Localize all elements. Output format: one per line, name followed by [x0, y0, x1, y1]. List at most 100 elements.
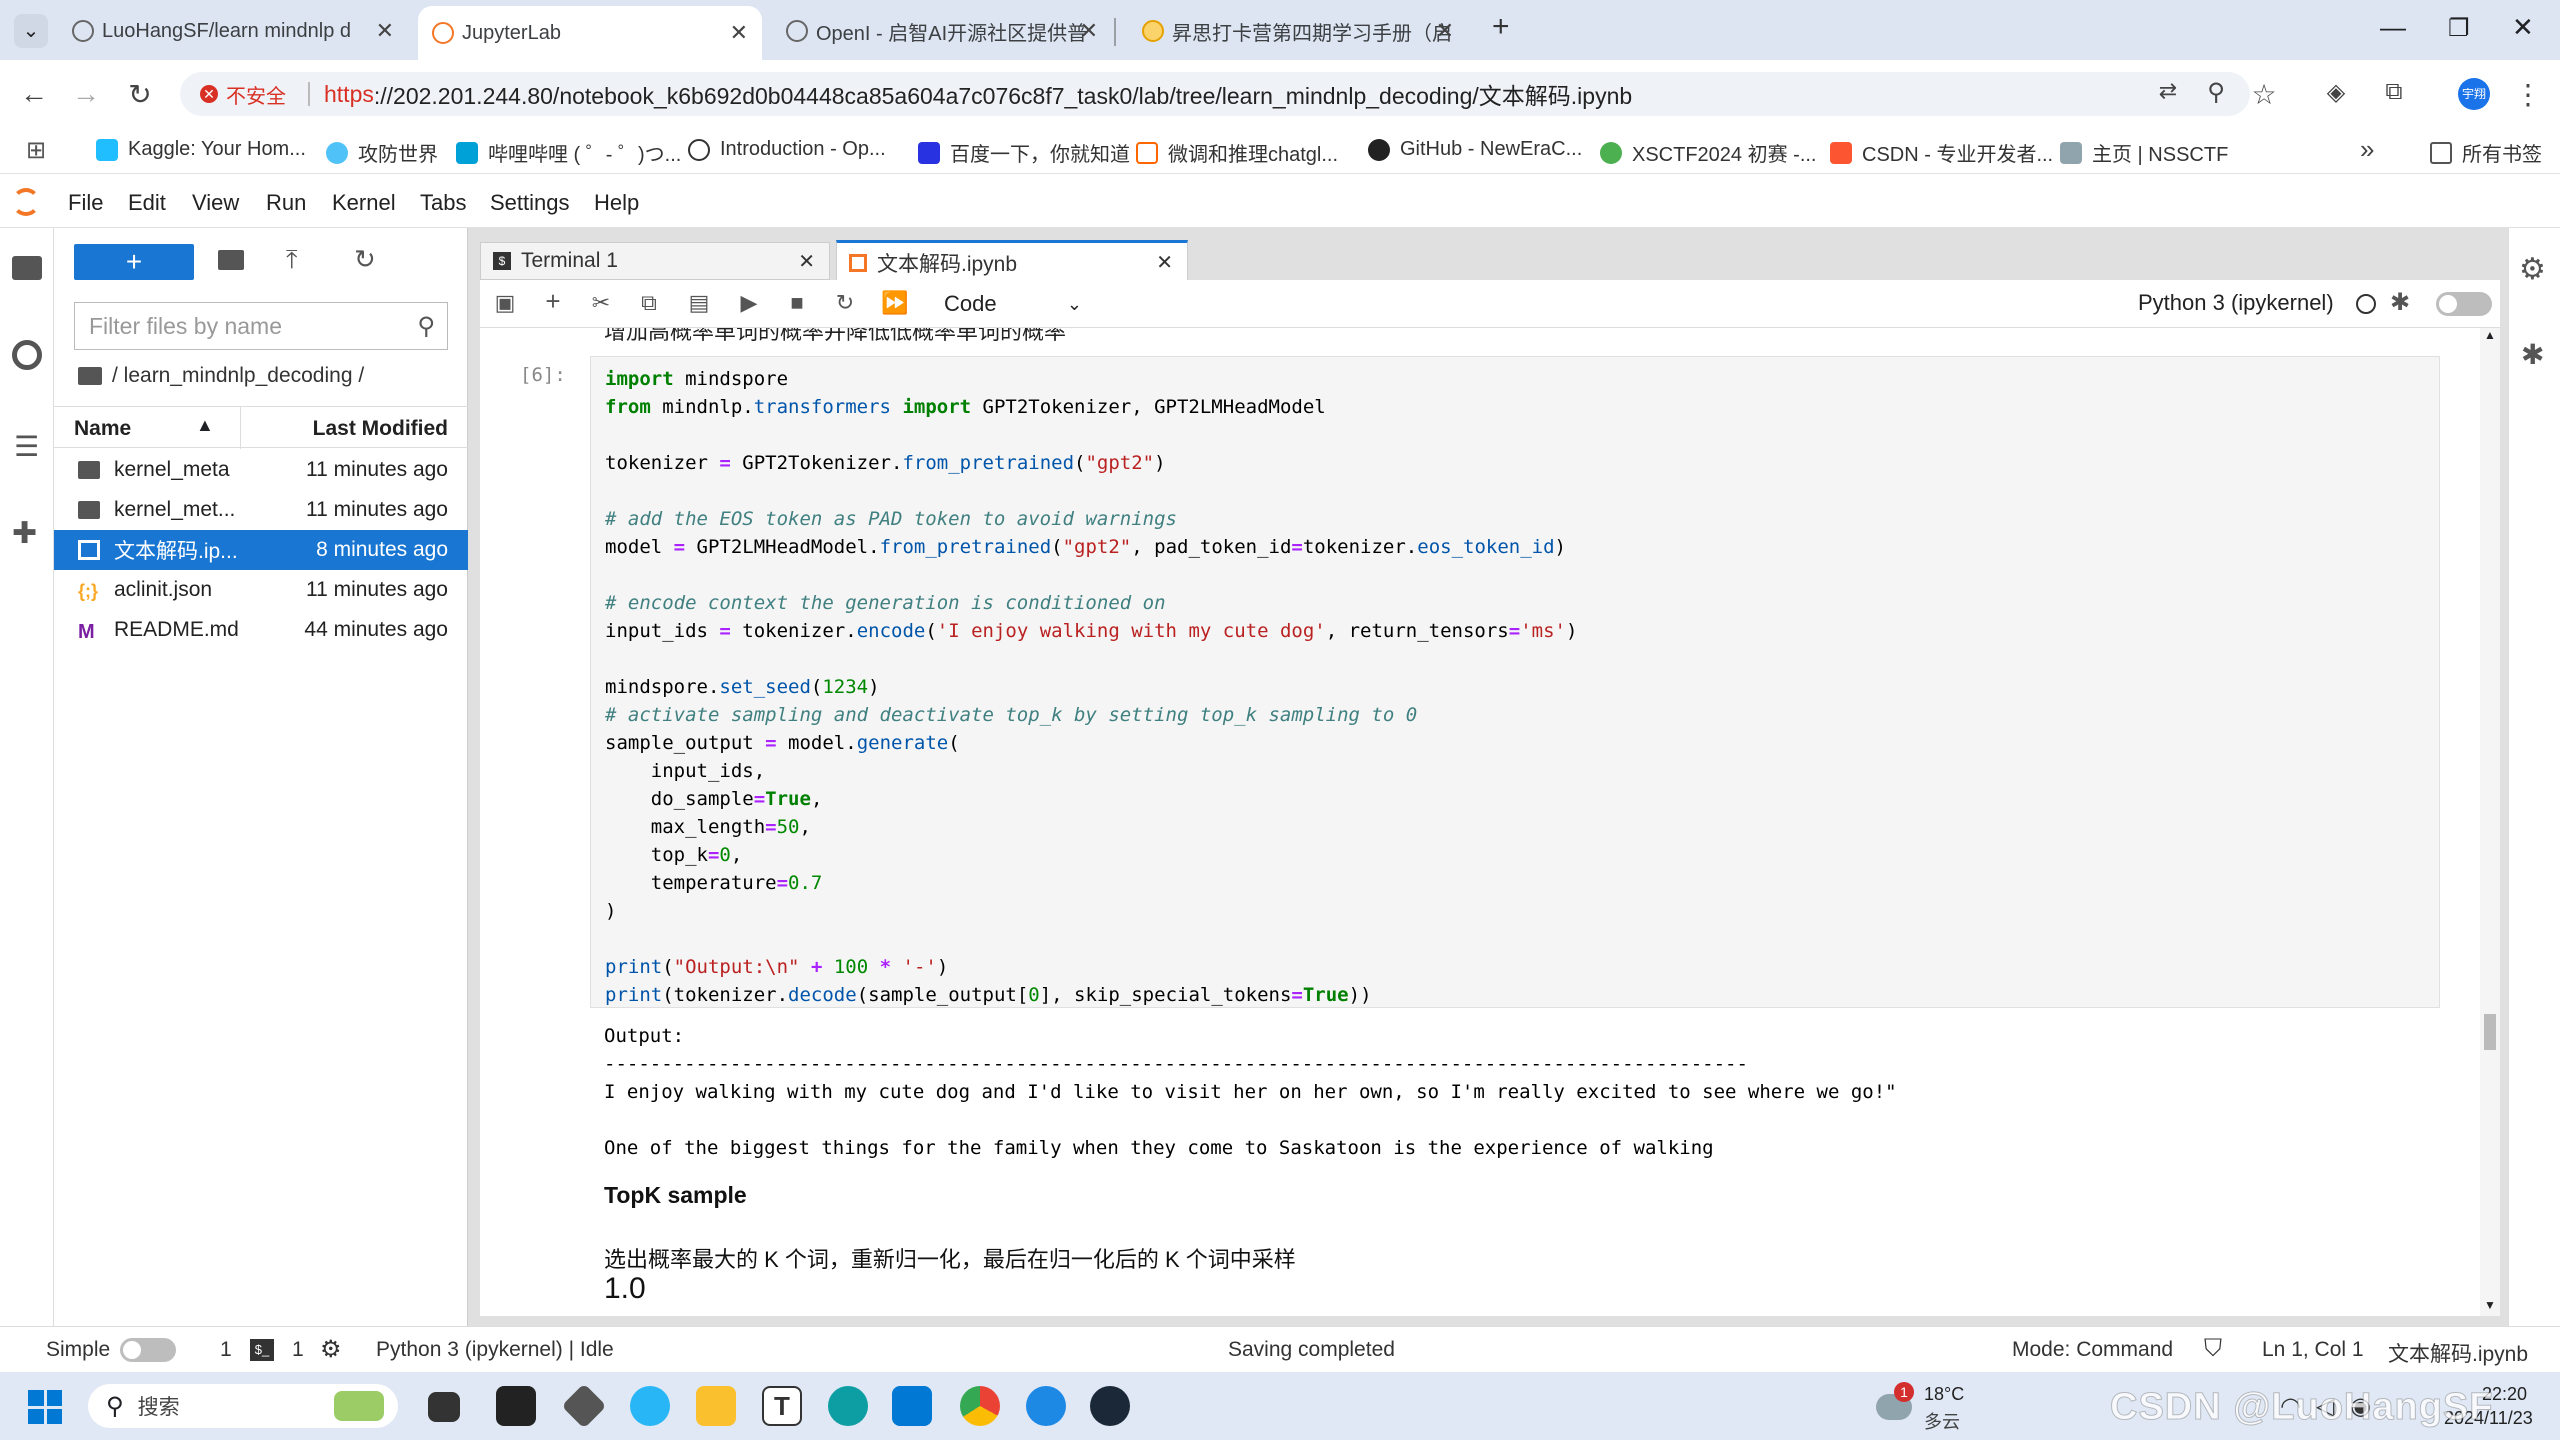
all-bookmarks-button[interactable]: 所有书签	[2430, 138, 2542, 167]
profile-avatar[interactable]: 宇翔	[2458, 78, 2490, 110]
close-tab-icon[interactable]: ✕	[1080, 18, 1098, 44]
insert-cell-icon[interactable]: +	[538, 286, 568, 317]
app-blue-circle-icon[interactable]	[630, 1386, 670, 1426]
bookmark-kaggle[interactable]: Kaggle: Your Hom...	[96, 138, 306, 161]
new-folder-icon[interactable]	[218, 250, 244, 270]
upload-icon[interactable]: ⤒	[286, 244, 298, 276]
github-desktop-icon[interactable]	[496, 1386, 536, 1426]
property-inspector-gears-icon[interactable]: ⚙	[2519, 252, 2546, 287]
scroll-up-arrow-icon[interactable]: ▲	[2484, 328, 2496, 342]
file-row-aclinit[interactable]: {;} aclinit.json 11 minutes ago	[54, 570, 468, 610]
breadcrumb[interactable]: / learn_mindnlp_decoding /	[78, 364, 364, 388]
windows-start-icon[interactable]	[28, 1390, 62, 1424]
menu-run[interactable]: Run	[266, 190, 306, 216]
column-name-header[interactable]: Name	[74, 417, 131, 441]
kernel-name-button[interactable]: Python 3 (ipykernel)	[2138, 290, 2334, 316]
table-of-contents-icon[interactable]: ☰	[14, 430, 39, 463]
save-icon[interactable]: ▣	[490, 290, 520, 316]
close-tab-icon[interactable]: ✕	[730, 20, 748, 46]
browser-tab-github[interactable]: LuoHangSF/learn mindnlp d ✕	[58, 8, 408, 54]
tab-search-button[interactable]: ⌄	[14, 14, 48, 48]
bookmark-gongfang[interactable]: 攻防世界	[326, 138, 438, 167]
cut-icon[interactable]: ✂	[586, 290, 616, 316]
close-tab-icon[interactable]: ✕	[798, 249, 815, 274]
new-launcher-button[interactable]: +	[74, 244, 194, 280]
file-row-kernel-meta-2[interactable]: kernel_met... 11 minutes ago	[54, 490, 468, 530]
security-label[interactable]: 不安全	[226, 80, 286, 109]
file-row-notebook[interactable]: 文本解码.ip... 8 minutes ago	[54, 530, 468, 570]
typora-icon[interactable]: T	[762, 1386, 802, 1426]
apps-grid-icon[interactable]: ⊞	[26, 136, 46, 165]
stop-icon[interactable]: ■	[782, 290, 812, 316]
code-cell-input[interactable]: import mindspore from mindnlp.transforme…	[590, 356, 2440, 1008]
debugger-toggle[interactable]	[2436, 292, 2492, 316]
bookmark-nssctf[interactable]: 主页 | NSSCTF	[2060, 138, 2228, 167]
bookmark-bilibili[interactable]: 哔哩哔哩 ( ゜- ゜)つ...	[456, 138, 681, 167]
address-bar[interactable]: ✕ 不安全 https ://202.201.244.80/notebook_k…	[180, 72, 2250, 116]
debugger-icon[interactable]: ✱	[2521, 338, 2544, 371]
file-row-readme[interactable]: M README.md 44 minutes ago	[54, 610, 468, 650]
sort-ascending-icon[interactable]: ▲	[196, 415, 214, 436]
bookmarks-more-button[interactable]: »	[2360, 134, 2374, 165]
menu-view[interactable]: View	[192, 190, 239, 216]
menu-settings[interactable]: Settings	[490, 190, 570, 216]
cell-type-select[interactable]: Code ⌄	[944, 288, 1084, 320]
running-kernels-icon[interactable]	[12, 340, 42, 370]
forward-arrow-icon[interactable]: →	[70, 78, 102, 110]
extensions-puzzle-icon[interactable]: ✚	[12, 516, 37, 551]
scroll-down-arrow-icon[interactable]: ▼	[2484, 1298, 2496, 1312]
zoom-icon[interactable]: ⚲	[2200, 78, 2232, 107]
new-tab-button[interactable]: +	[1492, 10, 1510, 44]
browser-tab-handbook[interactable]: 昇思打卡营第四期学习手册（启 ✕	[1128, 8, 1468, 54]
bookmark-baidu[interactable]: 百度一下，你就知道	[918, 138, 1130, 167]
simple-mode-toggle[interactable]	[120, 1338, 176, 1362]
more-vert-icon[interactable]: ⋮	[2512, 78, 2544, 111]
bookmark-github[interactable]: GitHub - NewEraC...	[1368, 138, 1582, 161]
reload-icon[interactable]: ↻	[124, 78, 156, 111]
restore-icon[interactable]: ❐	[2448, 14, 2470, 43]
paste-icon[interactable]: ▤	[684, 290, 714, 316]
bookmark-star-icon[interactable]: ☆	[2248, 78, 2280, 111]
app-lightning-icon[interactable]	[1026, 1386, 1066, 1426]
menu-file[interactable]: File	[68, 190, 103, 216]
translate-icon[interactable]: ⇄	[2152, 78, 2184, 104]
run-all-icon[interactable]: ⏩	[880, 290, 910, 316]
terminal-icon[interactable]: $_	[250, 1339, 274, 1361]
menu-edit[interactable]: Edit	[128, 190, 166, 216]
puzzle-icon[interactable]: ⧉	[2378, 78, 2410, 106]
app-cube-icon[interactable]	[561, 1383, 607, 1429]
browser-tab-openi[interactable]: OpenI - 启智AI开源社区提供普 ✕	[772, 8, 1112, 54]
kernel-status[interactable]: Python 3 (ipykernel) | Idle	[376, 1338, 614, 1362]
vertical-scrollbar[interactable]: ▲ ▼	[2480, 328, 2500, 1316]
file-browser-folder-icon[interactable]	[12, 256, 42, 280]
task-view-icon[interactable]	[428, 1392, 460, 1422]
minimize-icon[interactable]: —	[2380, 12, 2406, 43]
bookmark-csdn[interactable]: CSDN - 专业开发者...	[1830, 138, 2053, 167]
notebook-cells[interactable]: 增加高概率单词的概率并降低低概率单词的概率 [6]: import mindsp…	[480, 328, 2480, 1316]
menu-help[interactable]: Help	[594, 190, 639, 216]
weather-temp[interactable]: 18°C	[1924, 1384, 1964, 1405]
menu-kernel[interactable]: Kernel	[332, 190, 396, 216]
insecure-warning-icon[interactable]: ✕	[200, 85, 218, 103]
edge-icon[interactable]	[828, 1386, 868, 1426]
restart-icon[interactable]: ↻	[830, 290, 860, 316]
shield-icon[interactable]: ⛉	[2204, 1335, 2222, 1363]
close-tab-icon[interactable]: ✕	[376, 18, 394, 44]
filter-files-input[interactable]: Filter files by name ⚲	[74, 302, 448, 350]
window-close-icon[interactable]: ✕	[2512, 12, 2534, 43]
scroll-thumb[interactable]	[2484, 1014, 2496, 1050]
run-icon[interactable]: ▶	[734, 290, 764, 316]
debugger-bug-icon[interactable]: ✱	[2390, 288, 2410, 317]
tab-notebook[interactable]: 文本解码.ipynb ✕	[836, 240, 1188, 282]
chrome-icon[interactable]	[960, 1386, 1000, 1426]
file-explorer-icon[interactable]	[696, 1386, 736, 1426]
close-tab-icon[interactable]: ✕	[1436, 18, 1454, 44]
extension-icon[interactable]: ◈	[2320, 78, 2352, 107]
copy-icon[interactable]: ⧉	[634, 290, 664, 316]
browser-tab-jupyterlab[interactable]: JupyterLab ✕	[418, 6, 762, 60]
bookmark-introduction[interactable]: Introduction - Op...	[688, 138, 886, 161]
tab-terminal[interactable]: $ Terminal 1 ✕	[480, 242, 830, 280]
cursor-position[interactable]: Ln 1, Col 1	[2262, 1338, 2364, 1362]
refresh-icon[interactable]: ↻	[354, 244, 376, 275]
steam-icon[interactable]	[1090, 1386, 1130, 1426]
